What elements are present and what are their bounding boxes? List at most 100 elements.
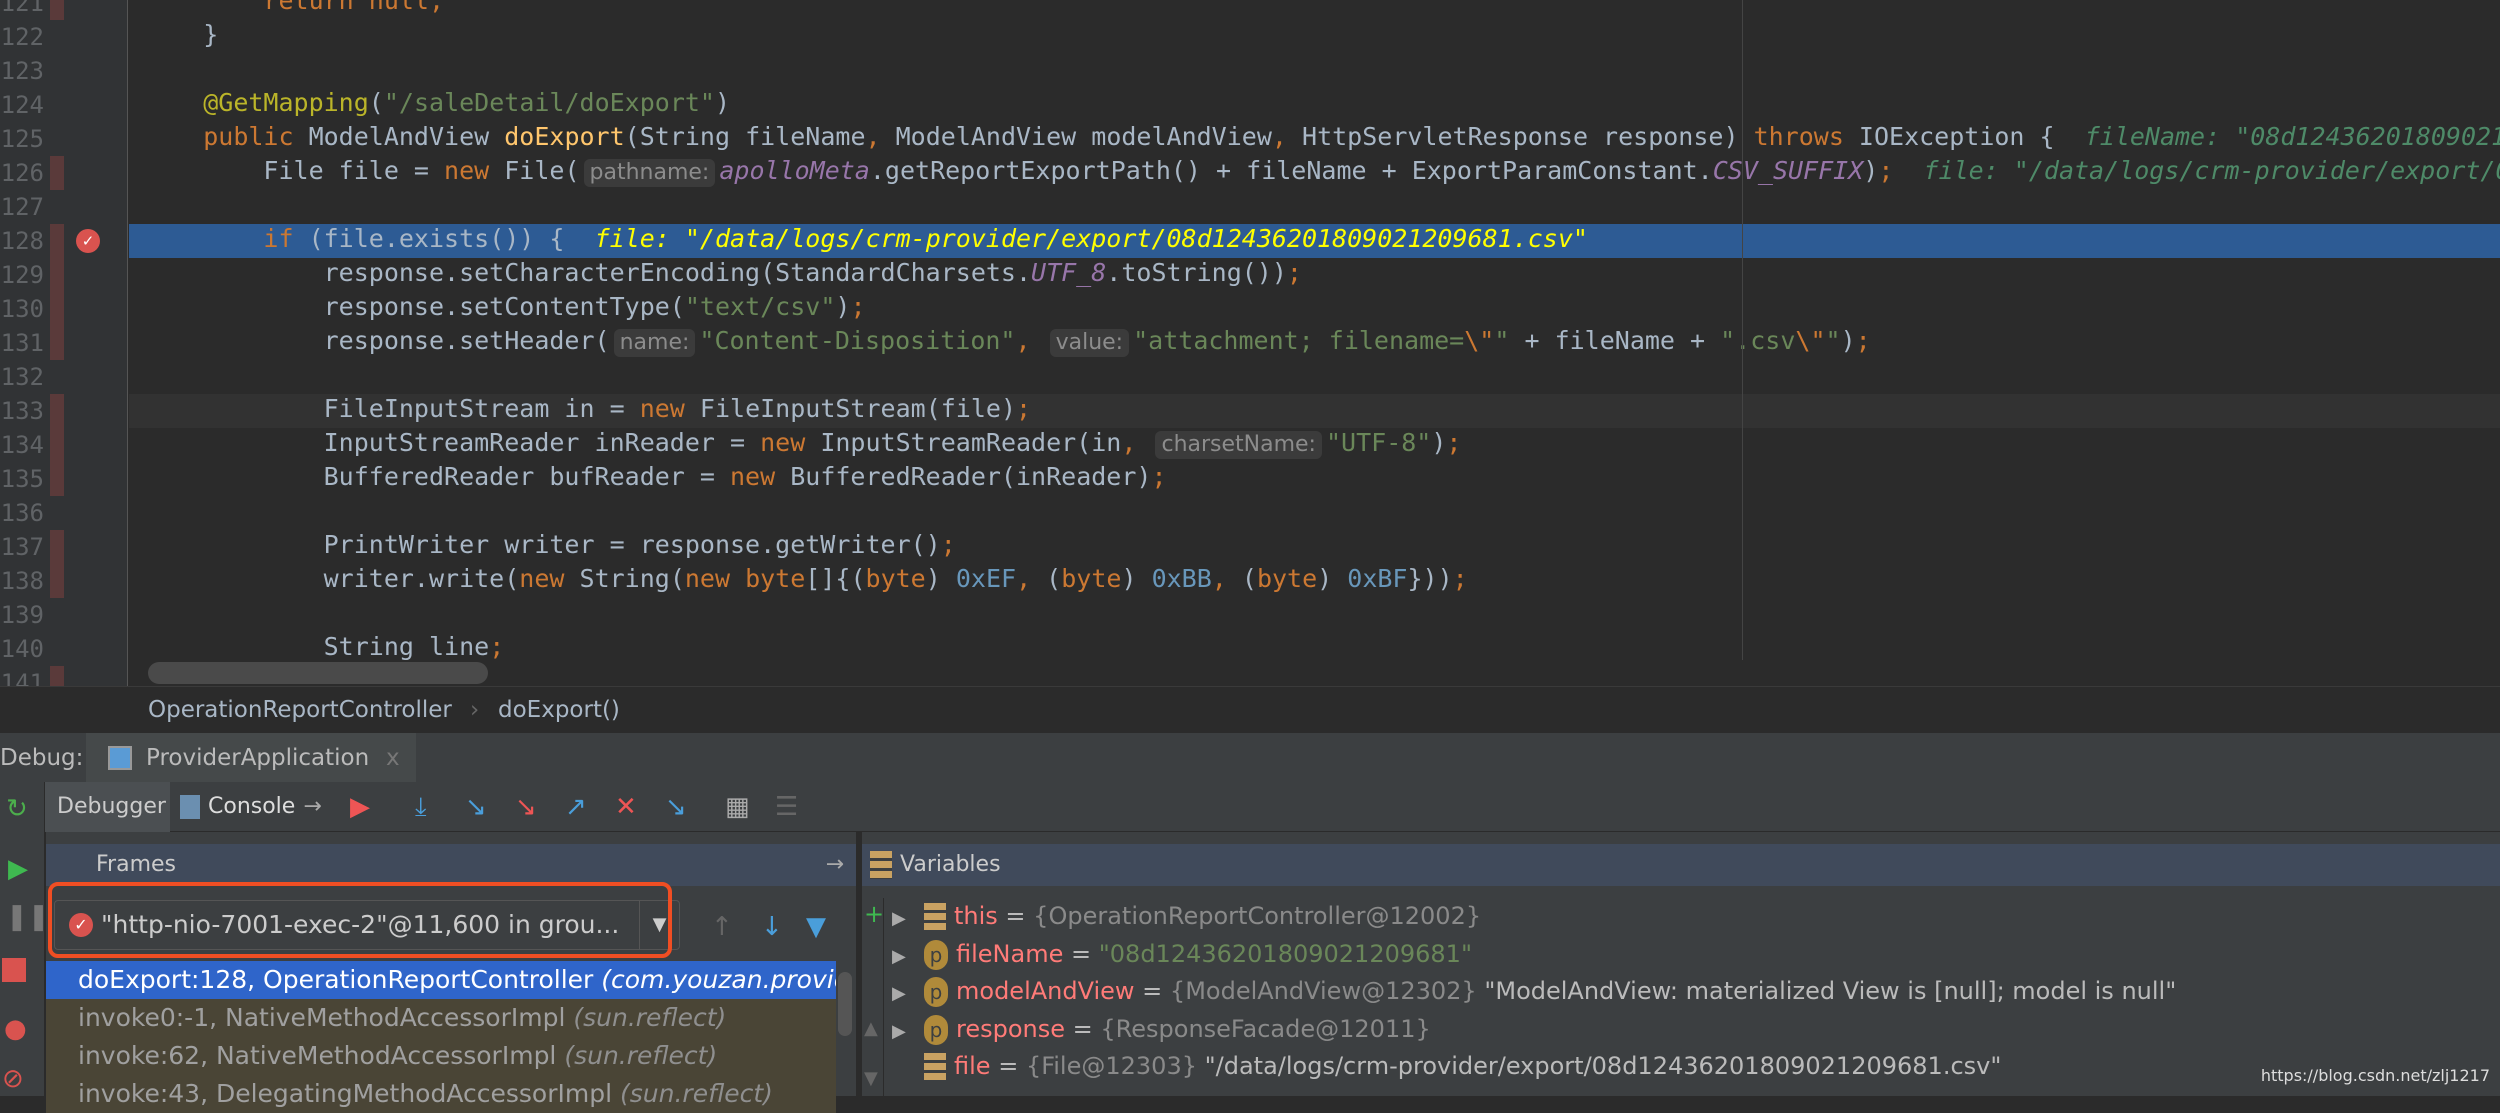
- frames-scrollbar[interactable]: [838, 972, 852, 1036]
- punctuation: \": [1795, 326, 1826, 355]
- code-line[interactable]: [0, 496, 2500, 530]
- force-step-into-icon[interactable]: ↘: [515, 790, 537, 824]
- string-literal: "text/csv": [684, 292, 836, 321]
- code-line[interactable]: [0, 190, 2500, 224]
- code-line[interactable]: response.setCharacterEncoding(StandardCh…: [0, 258, 2500, 292]
- variable-row[interactable]: ▶ p response = {ResponseFacade@12011}: [892, 1011, 1431, 1048]
- pin-icon[interactable]: →: [826, 844, 844, 886]
- code-text: (: [1241, 564, 1257, 593]
- code-text: writer.write(new String(new byte[]{(byte…: [143, 564, 2500, 598]
- punctuation: ;: [1452, 564, 1468, 593]
- code-line[interactable]: [0, 54, 2500, 88]
- step-over-icon[interactable]: ⤓: [415, 790, 427, 824]
- punctuation: ;: [429, 0, 445, 15]
- frame-package: (com.youzan.provider.controller): [601, 965, 836, 994]
- move-up-icon[interactable]: ▲: [864, 1018, 878, 1039]
- filter-icon[interactable]: ▼: [806, 910, 826, 944]
- frames-header: Frames →: [46, 844, 856, 886]
- code-line[interactable]: File file = new File(pathname: apolloMeta…: [0, 156, 2500, 190]
- keyword: new byte: [684, 564, 806, 593]
- code-line[interactable]: BufferedReader bufReader = new BufferedR…: [0, 462, 2500, 496]
- frame-row[interactable]: invoke:43, DelegatingMethodAccessorImpl …: [46, 1075, 836, 1113]
- drop-frame-icon[interactable]: ✕: [615, 790, 637, 824]
- rerun-icon[interactable]: ↻: [6, 792, 28, 826]
- code-line[interactable]: [0, 360, 2500, 394]
- code-text: if (file.exists()) { file: "/data/logs/c…: [143, 224, 2500, 258]
- code-text: BufferedReader(inReader): [790, 462, 1152, 491]
- stop-icon[interactable]: [2, 958, 26, 982]
- new-watch-icon[interactable]: +: [864, 900, 884, 928]
- method-name: doExport: [504, 122, 625, 151]
- code-line[interactable]: @GetMapping("/saleDetail/doExport"): [0, 88, 2500, 122]
- code-line[interactable]: return null;: [0, 0, 2500, 20]
- code-line[interactable]: InputStreamReader inReader = new InputSt…: [0, 428, 2500, 462]
- expand-arrow-icon[interactable]: ▶: [892, 975, 924, 1012]
- show-execution-point-icon[interactable]: ▶: [350, 790, 370, 824]
- variables-icon: [870, 851, 892, 879]
- trace-icon[interactable]: ☰: [775, 790, 798, 824]
- code-line[interactable]: if (file.exists()) { file: "/data/logs/c…: [0, 224, 2500, 258]
- evaluate-expression-icon[interactable]: ▦: [725, 790, 750, 824]
- code-line[interactable]: [0, 598, 2500, 632]
- breadcrumb-method[interactable]: doExport(): [498, 687, 620, 733]
- code-text: ): [1840, 326, 1856, 355]
- punctuation: ,: [1121, 428, 1152, 457]
- previous-frame-icon[interactable]: ↑: [711, 910, 733, 944]
- punctuation: ;: [1878, 156, 1894, 185]
- variable-row[interactable]: ▶ this = {OperationReportController@12002…: [892, 898, 1481, 935]
- frame-row[interactable]: invoke:62, NativeMethodAccessorImpl (sun…: [46, 1037, 836, 1075]
- code-line[interactable]: response.setHeader(name: "Content-Disposi…: [0, 326, 2500, 360]
- frame-method: invoke:62, NativeMethodAccessorImpl: [78, 1041, 565, 1070]
- pause-icon[interactable]: ❚❚: [6, 900, 50, 934]
- variable-name: modelAndView: [956, 977, 1135, 1005]
- code-line[interactable]: writer.write(new String(new byte[]{(byte…: [0, 564, 2500, 598]
- code-text: String line: [143, 632, 490, 661]
- expand-arrow-icon[interactable]: ▶: [892, 900, 924, 937]
- variable-value: "ModelAndView: materialized View is [nul…: [1476, 977, 2177, 1005]
- punctuation: ,: [1211, 564, 1242, 593]
- expand-arrow-icon[interactable]: ▶: [892, 938, 924, 975]
- punctuation: ;: [1151, 462, 1167, 491]
- variable-row[interactable]: ▶ p fileName = "08d12436201809021209681": [892, 936, 1472, 973]
- code-text: BufferedReader bufReader = new BufferedR…: [143, 462, 2500, 496]
- run-to-cursor-icon[interactable]: ↘: [665, 790, 687, 824]
- horizontal-scrollbar[interactable]: [148, 662, 488, 684]
- code-line[interactable]: response.setContentType("text/csv");: [0, 292, 2500, 326]
- keyword: new: [519, 564, 580, 593]
- code-line[interactable]: String line;: [0, 632, 2500, 666]
- step-into-icon[interactable]: ↘: [465, 790, 487, 824]
- variable-row[interactable]: ▶ p modelAndView = {ModelAndView@12302} "M…: [892, 973, 2176, 1010]
- code-text: BufferedReader bufReader =: [143, 462, 730, 491]
- code-line[interactable]: }: [0, 20, 2500, 54]
- tab-debugger[interactable]: Debugger: [45, 782, 170, 832]
- code-text: ): [925, 564, 956, 593]
- close-icon[interactable]: x: [386, 733, 400, 783]
- breadcrumb-class[interactable]: OperationReportController: [148, 687, 452, 733]
- string-literal: "/saleDetail/doExport": [383, 88, 715, 117]
- pin-icon[interactable]: →: [303, 794, 321, 819]
- code-text: InputStreamReader inReader =: [143, 428, 761, 457]
- view-breakpoints-icon[interactable]: ●: [4, 1012, 27, 1046]
- code-editor[interactable]: 121 122 123 124 125 126 127 128 ✓ 129 130 131 132 133…: [0, 0, 2500, 686]
- next-frame-icon[interactable]: ↓: [761, 910, 783, 944]
- move-down-icon[interactable]: ▼: [864, 1068, 878, 1089]
- variable-row[interactable]: file = {File@12303} "/data/logs/crm-prov…: [892, 1048, 2001, 1085]
- tab-console[interactable]: Console →: [180, 782, 322, 832]
- expand-arrow-icon[interactable]: ▶: [892, 1013, 924, 1050]
- variable-name: file: [954, 1052, 991, 1080]
- tab-console-label: Console: [208, 794, 296, 819]
- code-line[interactable]: PrintWriter writer = response.getWriter(…: [0, 530, 2500, 564]
- code-text: response.setContentType("text/csv");: [143, 292, 2500, 326]
- frame-row[interactable]: doExport:128, OperationReportController …: [46, 961, 836, 999]
- code-line[interactable]: FileInputStream in = new FileInputStream…: [0, 394, 2500, 428]
- console-icon: [180, 795, 200, 819]
- breadcrumb: OperationReportController › doExport(): [0, 686, 2500, 732]
- mute-breakpoints-icon[interactable]: ⊘: [2, 1062, 24, 1096]
- resume-icon[interactable]: ▶: [8, 852, 28, 886]
- frame-row[interactable]: invoke0:-1, NativeMethodAccessorImpl (su…: [46, 999, 836, 1037]
- step-out-icon[interactable]: ↗: [565, 790, 587, 824]
- code-line[interactable]: public ModelAndView doExport(String file…: [0, 122, 2500, 156]
- session-tab[interactable]: ProviderApplication x: [86, 733, 416, 783]
